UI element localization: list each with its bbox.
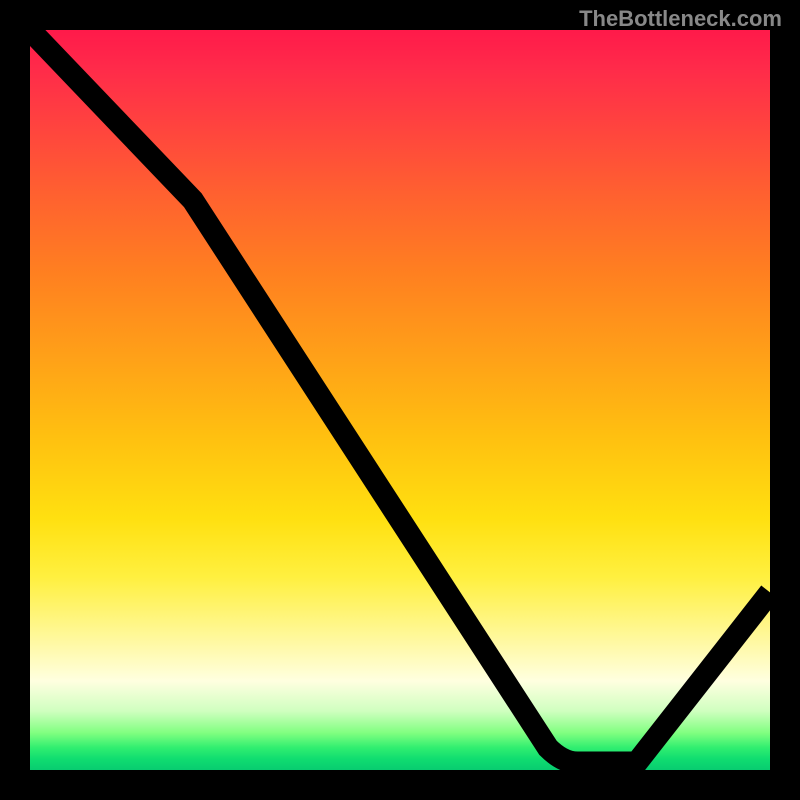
chart-curve <box>30 30 770 770</box>
chart-plot-area <box>30 30 770 770</box>
watermark-text: TheBottleneck.com <box>579 6 782 32</box>
